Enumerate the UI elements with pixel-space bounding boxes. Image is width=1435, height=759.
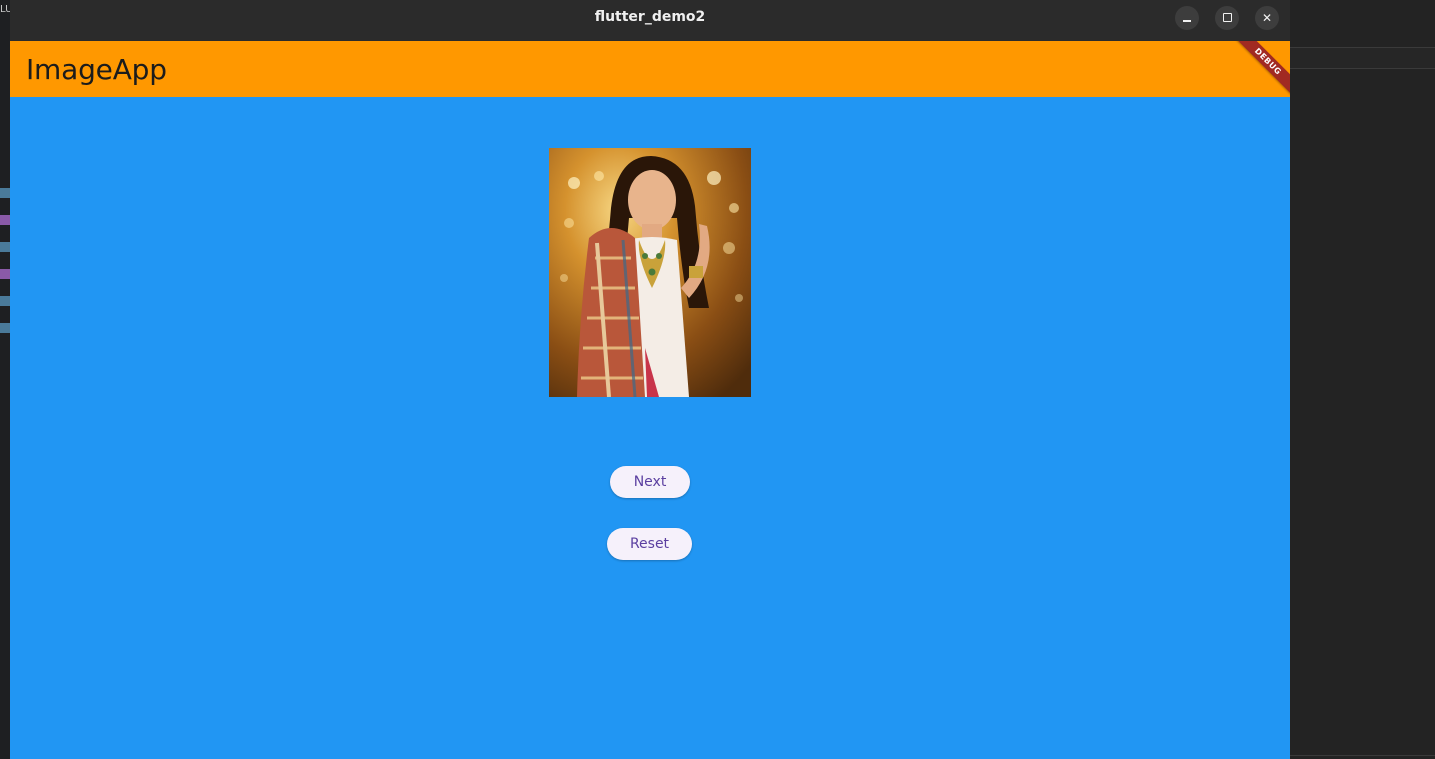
reset-button[interactable]: Reset (607, 528, 692, 560)
background-editor-label: LU (0, 4, 10, 15)
debug-banner: DEBUG (1230, 41, 1290, 101)
background-file-icon (0, 188, 10, 198)
divider (1290, 755, 1435, 756)
portrait-photo-graphic (549, 148, 751, 397)
minimize-button[interactable] (1175, 6, 1199, 30)
background-file-icon (0, 323, 10, 333)
background-file-icon (0, 215, 10, 225)
maximize-icon (1223, 13, 1232, 22)
debug-banner-container: DEBUG (1230, 41, 1290, 101)
window-titlebar[interactable]: flutter_demo2 ✕ (10, 0, 1290, 41)
background-editor-panel (1290, 0, 1435, 759)
background-tab-strip (1290, 48, 1435, 68)
desktop: LU flutter_demo2 ✕ ImageApp DEBUG Next R… (0, 0, 1435, 759)
close-button[interactable]: ✕ (1255, 6, 1279, 30)
app-bar: ImageApp (10, 41, 1290, 97)
portrait-photo (549, 148, 751, 397)
divider (1290, 68, 1435, 69)
app-window: flutter_demo2 ✕ ImageApp DEBUG Next Rese… (10, 0, 1290, 759)
background-file-icon (0, 242, 10, 252)
background-file-icon (0, 296, 10, 306)
background-editor-strip: LU (0, 0, 10, 759)
window-title: flutter_demo2 (594, 9, 706, 25)
maximize-button[interactable] (1215, 6, 1239, 30)
minimize-icon (1183, 20, 1191, 22)
background-file-icon (0, 269, 10, 279)
next-button[interactable]: Next (610, 466, 690, 498)
app-title: ImageApp (26, 53, 167, 86)
close-icon: ✕ (1261, 11, 1273, 25)
